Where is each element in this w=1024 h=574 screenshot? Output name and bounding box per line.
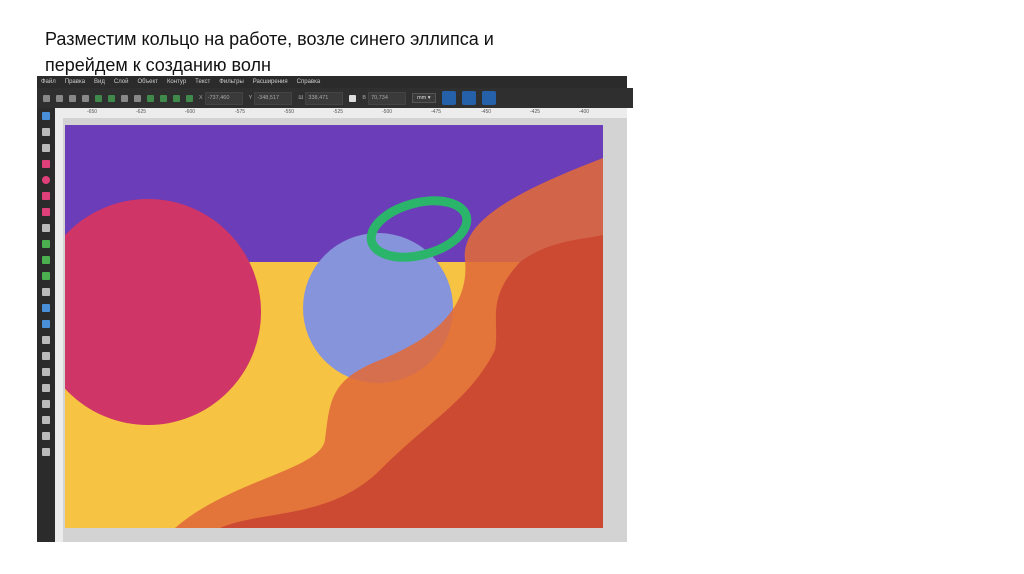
drawing-canvas[interactable] [0, 0, 1024, 574]
pink-circle[interactable] [35, 199, 261, 425]
